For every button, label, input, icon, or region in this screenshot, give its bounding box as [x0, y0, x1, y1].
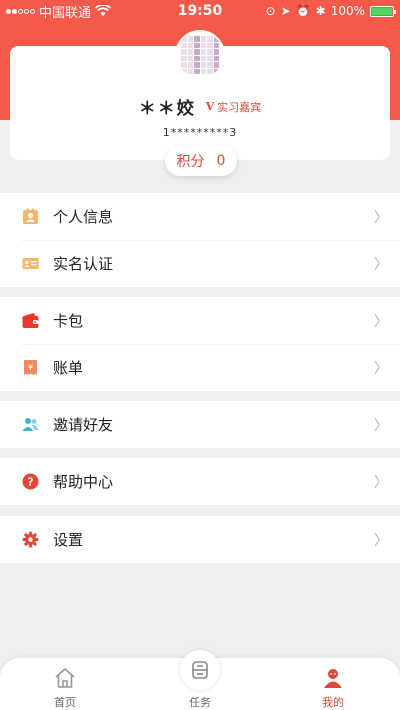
menu-group-account: 个人信息 〉 实名认证 〉 [0, 193, 400, 287]
battery-percent: 100% [330, 4, 365, 18]
nav-home[interactable]: 首页 [25, 658, 105, 710]
menu-label: 实名认证 [53, 255, 114, 273]
chevron-right-icon: 〉 [374, 474, 388, 491]
vip-icon: V [205, 100, 215, 113]
carrier-name: 中国联通 [39, 5, 92, 21]
chevron-right-icon: 〉 [374, 532, 388, 549]
vip-badge[interactable]: V 实习嘉宾 [206, 99, 262, 115]
menu-item-help-center[interactable]: ? 帮助中心 〉 [0, 458, 400, 505]
menu-item-settings[interactable]: 设置 〉 [0, 516, 400, 563]
username: ＊＊姣 [138, 99, 196, 119]
signal-icon [6, 8, 35, 14]
username-row: ＊＊姣 V 实习嘉宾 [0, 94, 400, 119]
menu-group-finance: 卡包 〉 ¥ 账单 〉 [0, 297, 400, 391]
menu-label: 账单 [53, 359, 84, 377]
status-bar: 中国联通 19:50 ⊙ ➤ ⏰ ✱ 100% [0, 0, 400, 22]
menu-label: 设置 [53, 531, 84, 549]
nav-mine[interactable]: 我的 [293, 658, 373, 710]
bottom-nav: 首页 任务 我的 [0, 650, 400, 710]
alarm-icon: ⏰ [295, 4, 311, 18]
nav-label: 任务 [189, 696, 211, 709]
users-icon [22, 416, 39, 433]
battery-icon [370, 5, 396, 17]
menu-group-invite: 邀请好友 〉 [0, 401, 400, 448]
chevron-right-icon: 〉 [374, 209, 388, 226]
id-card-icon [22, 208, 39, 225]
menu-label: 邀请好友 [53, 416, 114, 434]
menu-item-bill[interactable]: ¥ 账单 〉 [0, 344, 400, 391]
menu-label: 个人信息 [53, 208, 114, 226]
user-icon [324, 669, 342, 688]
chevron-right-icon: 〉 [374, 313, 388, 330]
wifi-icon [95, 5, 112, 16]
bill-icon: ¥ [22, 359, 39, 376]
menu-item-real-name[interactable]: 实名认证 〉 [0, 240, 400, 287]
svg-text:¥: ¥ [28, 363, 33, 372]
points-value: 0 [216, 153, 226, 169]
points-button[interactable]: 积分 0 [165, 146, 237, 176]
menu-label: 帮助中心 [53, 473, 114, 491]
chevron-right-icon: 〉 [374, 256, 388, 273]
chevron-right-icon: 〉 [374, 360, 388, 377]
nav-label: 我的 [322, 696, 344, 709]
menu-item-card-wallet[interactable]: 卡包 〉 [0, 297, 400, 344]
gear-icon [22, 531, 39, 548]
wallet-icon [22, 312, 39, 329]
menu-group-settings: 设置 〉 [0, 516, 400, 563]
status-time: 19:50 [177, 3, 223, 19]
avatar[interactable] [175, 30, 225, 80]
verify-card-icon [22, 255, 39, 272]
home-icon [55, 668, 75, 688]
nav-label: 首页 [54, 696, 76, 709]
menu-item-invite-friends[interactable]: 邀请好友 〉 [0, 401, 400, 448]
help-icon: ? [22, 473, 39, 490]
location-icon: ➤ [280, 4, 291, 18]
nav-task[interactable]: 任务 [160, 658, 240, 710]
points-label: 积分 [176, 154, 205, 170]
orientation-lock-icon: ⊙ [265, 4, 276, 18]
menu-item-personal-info[interactable]: 个人信息 〉 [0, 193, 400, 240]
bluetooth-icon: ✱ [315, 4, 326, 18]
phone-number: 1*********3 [162, 126, 238, 139]
menu-label: 卡包 [53, 312, 84, 330]
chevron-right-icon: 〉 [374, 417, 388, 434]
vip-label: 实习嘉宾 [217, 100, 262, 114]
svg-text:?: ? [27, 476, 33, 489]
menu-group-help: ? 帮助中心 〉 [0, 458, 400, 505]
